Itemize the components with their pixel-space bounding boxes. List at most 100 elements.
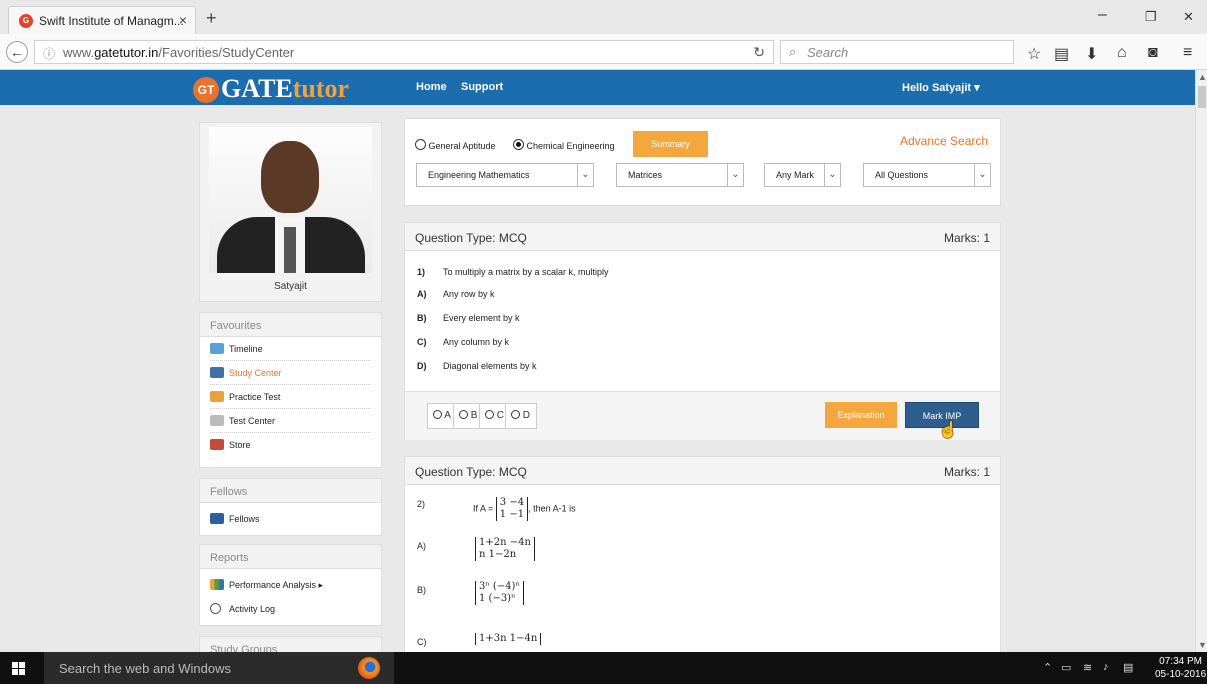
tab-close-icon[interactable]: × [179,12,187,28]
photo-tie [284,227,296,273]
scrollbar-thumb[interactable] [1198,86,1206,108]
answer-label: C [496,410,505,421]
marks-select[interactable]: Any Mark ⌄ [764,163,841,187]
notifications-icon[interactable]: ▤ [1123,661,1133,674]
bar-chart-icon [210,579,224,590]
clipboard-icon [210,391,224,402]
site-favicon-icon: G [19,14,33,28]
subject-chemical-engineering[interactable]: Chemical Engineering [513,139,615,151]
tray-chevron-icon[interactable]: ⌃ [1043,661,1052,674]
pocket-icon[interactable]: ◙ [1148,44,1158,62]
user-menu[interactable]: Hello Satyajit ▾ [902,81,980,94]
sidebar-item-label: Timeline [229,344,263,354]
reading-list-icon[interactable]: ▤ [1054,44,1069,64]
subtopic-select[interactable]: Matrices ⌄ [616,163,744,187]
answer-choice-d[interactable]: D [506,404,536,428]
address-bar[interactable]: ⓘ www.gatetutor.in/Favorities/StudyCente… [34,40,774,64]
site-header: GT GATEtutor Home Support Hello Satyajit … [0,70,1195,105]
new-tab-button[interactable]: + [206,8,217,29]
taskbar-clock[interactable]: 07:34 PM 05-10-2016 [1155,655,1206,681]
matrix-row: n 1−2n [479,549,517,560]
advance-search-link[interactable]: Advance Search [900,134,988,148]
question-number: 2) [417,499,426,509]
sidebar-item-label: Store [229,440,251,450]
option-c: C) Any column by k [417,337,509,347]
topic-select[interactable]: Engineering Mathematics ⌄ [416,163,594,187]
sidebar-item-timeline[interactable]: Timeline [210,337,371,361]
reports-heading: Reports [200,545,381,569]
filter-panel: General Aptitude Chemical Engineering Su… [404,118,1001,206]
subject-general-aptitude[interactable]: General Aptitude [415,139,496,151]
clock-icon [210,603,221,614]
favourites-heading: Favourites [200,313,381,337]
battery-icon[interactable]: ▭ [1061,661,1071,674]
browser-tab[interactable]: G Swift Institute of Managm... × [8,6,196,34]
answer-choice-a[interactable]: A [428,404,454,428]
info-icon[interactable]: ⓘ [43,45,55,62]
restore-button[interactable]: ❐ [1145,9,1157,25]
sidebar-item-activity-log[interactable]: Activity Log [210,597,371,621]
answer-label: D [522,410,531,421]
close-window-button[interactable]: ✕ [1183,9,1194,25]
minimize-button[interactable]: – [1098,6,1107,24]
answer-choice-c[interactable]: C [480,404,506,428]
nav-home-link[interactable]: Home [416,81,447,93]
page-scrollbar[interactable]: ▲ ▼ [1195,70,1207,652]
radio-icon[interactable] [485,410,494,419]
option-key: B) [417,313,427,323]
option-text: Any row by k [443,289,495,299]
hand-cursor-icon: ☝ [938,422,958,439]
menu-icon[interactable]: ≡ [1183,44,1192,62]
radio-selected-icon[interactable] [513,139,524,150]
radio-icon[interactable] [433,410,442,419]
wifi-icon[interactable]: ≋ [1083,661,1092,674]
question-filter-select[interactable]: All Questions ⌄ [863,163,991,187]
bookmark-star-icon[interactable]: ☆ [1027,44,1041,64]
windows-taskbar: Search the web and Windows ⌃ ▭ ≋ ♪ ▤ 07:… [0,652,1207,684]
back-arrow-icon[interactable]: ← [6,41,28,63]
summary-button[interactable]: Summary [633,131,708,157]
taskbar-search[interactable]: Search the web and Windows [44,652,394,684]
nav-support-link[interactable]: Support [461,81,503,93]
chevron-down-icon: ⌄ [727,164,743,186]
fellows-panel: Fellows Fellows [199,478,382,536]
marks-value: Any Mark [776,170,815,180]
gatetutor-logo[interactable]: GT GATEtutor [193,74,349,103]
page-viewport: GT GATEtutor Home Support Hello Satyajit … [0,70,1195,652]
browser-search-input[interactable]: ⌕ Search [780,40,1014,64]
subject-label: General Aptitude [428,141,496,151]
sidebar-item-test-center[interactable]: Test Center [210,409,371,433]
sidebar-item-performance-analysis[interactable]: Performance Analysis ▸ [210,573,371,597]
radio-icon[interactable] [415,139,426,150]
sidebar-item-store[interactable]: Store [210,433,371,457]
matrix-row: 1+2n −4n [479,537,531,548]
home-icon[interactable]: ⌂ [1117,44,1127,62]
scroll-up-icon[interactable]: ▲ [1198,72,1207,82]
sidebar-item-practice-test[interactable]: Practice Test [210,385,371,409]
sidebar-item-fellows[interactable]: Fellows [210,507,371,531]
radio-icon[interactable] [459,410,468,419]
windows-start-icon[interactable] [12,662,25,675]
download-icon[interactable]: ⬇ [1085,44,1098,64]
answer-choice-b[interactable]: B [454,404,480,428]
question-type: Question Type: MCQ [415,231,527,245]
subtopic-value: Matrices [628,170,663,180]
reports-panel: Reports Performance Analysis ▸ Activity … [199,544,382,626]
url-prefix: www. [63,45,95,60]
radio-icon[interactable] [511,410,520,419]
volume-icon[interactable]: ♪ [1103,661,1109,673]
explanation-button[interactable]: Explanation [825,402,897,428]
study-groups-heading: Study Groups [200,637,381,652]
matrix-row: 1 −1 [499,509,525,520]
question-text: If A = 3 −4 1 −1, then A-1 is [473,497,576,521]
sidebar-item-label: Test Center [229,416,276,426]
firefox-icon[interactable] [358,657,380,679]
option-key: A) [417,541,426,551]
question-number: 1) [417,267,426,277]
url-domain: gatetutor.in [94,45,159,60]
scroll-down-icon[interactable]: ▼ [1198,640,1207,650]
chevron-down-icon: ⌄ [974,164,990,186]
option-text: Diagonal elements by k [443,361,537,371]
reload-icon[interactable]: ↻ [753,44,765,61]
sidebar-item-study-center[interactable]: Study Center [210,361,371,385]
